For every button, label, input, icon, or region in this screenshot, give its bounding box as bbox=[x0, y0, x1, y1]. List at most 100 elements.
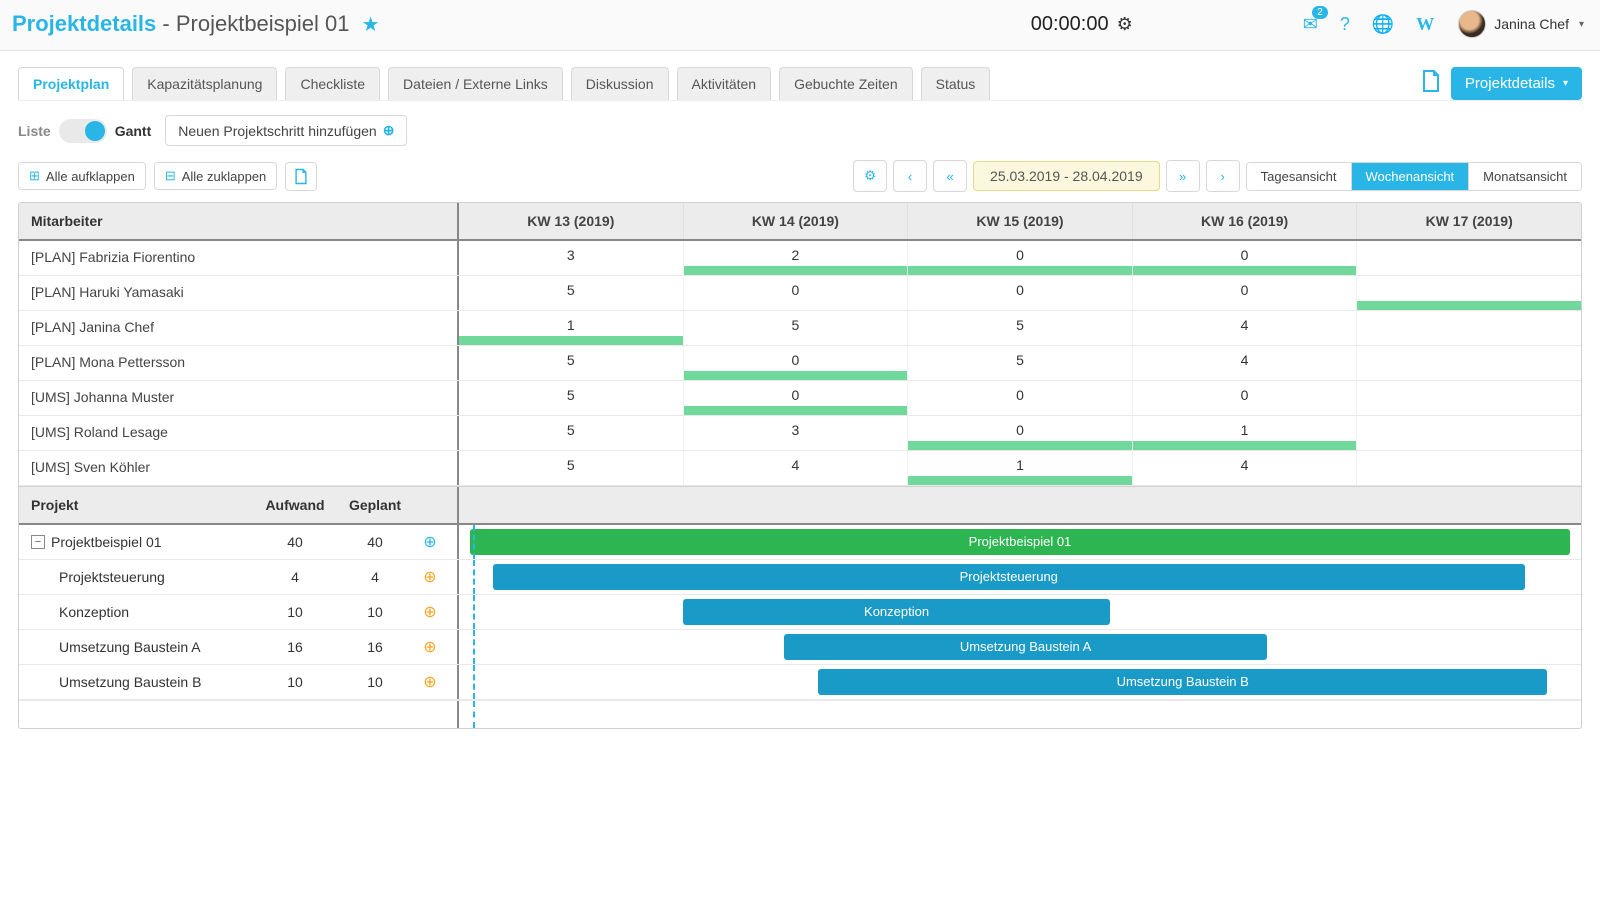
col-projekt: Projekt bbox=[31, 497, 255, 513]
today-marker bbox=[473, 630, 475, 664]
capacity-cell: 4 bbox=[683, 451, 908, 485]
task-name: Umsetzung Baustein B bbox=[59, 674, 201, 690]
capacity-cell: 1 bbox=[1132, 416, 1357, 450]
capacity-cell: 4 bbox=[1132, 346, 1357, 380]
tab-gebuchte-zeiten[interactable]: Gebuchte Zeiten bbox=[779, 67, 913, 100]
view-segment: Tagesansicht Wochenansicht Monatsansicht bbox=[1246, 162, 1582, 191]
capacity-cell bbox=[1356, 276, 1581, 310]
gantt-bar[interactable]: Umsetzung Baustein B bbox=[818, 669, 1547, 695]
capacity-cell: 3 bbox=[683, 416, 908, 450]
date-range[interactable]: 25.03.2019 - 28.04.2019 bbox=[973, 161, 1160, 191]
capacity-bar bbox=[908, 441, 1132, 450]
list-gantt-switch[interactable] bbox=[59, 119, 107, 143]
task-geplant: 16 bbox=[335, 639, 415, 655]
gantt-bar[interactable]: Projektsteuerung bbox=[493, 564, 1525, 590]
add-icon[interactable]: ⊕ bbox=[423, 639, 436, 656]
next-button[interactable]: › bbox=[1206, 160, 1240, 192]
view-day-button[interactable]: Tagesansicht bbox=[1247, 163, 1351, 190]
wiki-icon[interactable]: W bbox=[1416, 14, 1434, 35]
gantt-bar[interactable]: Konzeption bbox=[683, 599, 1109, 625]
user-menu[interactable]: Janina Chef ▾ bbox=[1458, 10, 1584, 38]
employee-row: [UMS] Roland Lesage5301 bbox=[19, 416, 1581, 451]
toggle-label-gantt: Gantt bbox=[115, 123, 152, 139]
projektdetails-button[interactable]: Projektdetails ▾ bbox=[1451, 67, 1582, 100]
week-col: KW 13 (2019) bbox=[459, 203, 683, 239]
gear-icon[interactable]: ⚙ bbox=[1117, 14, 1133, 35]
capacity-cell: 0 bbox=[907, 416, 1132, 450]
task-row: Umsetzung Baustein A1616⊕Umsetzung Baust… bbox=[19, 630, 1581, 665]
task-name: Projektbeispiel 01 bbox=[51, 534, 162, 550]
capacity-bar bbox=[908, 266, 1132, 275]
user-name: Janina Chef bbox=[1494, 16, 1569, 32]
capacity-cell: 5 bbox=[459, 276, 683, 310]
tab-status[interactable]: Status bbox=[921, 67, 991, 100]
employee-row: [PLAN] Fabrizia Fiorentino3200 bbox=[19, 241, 1581, 276]
add-icon[interactable]: ⊕ bbox=[423, 674, 436, 691]
pdf-icon-button[interactable] bbox=[285, 162, 317, 191]
fast-prev-button[interactable]: « bbox=[933, 160, 967, 192]
task-row: −Projektbeispiel 014040⊕Projektbeispiel … bbox=[19, 525, 1581, 560]
collapse-icon[interactable]: − bbox=[31, 535, 45, 549]
globe-icon[interactable]: 🌐 bbox=[1372, 14, 1394, 35]
task-aufwand: 4 bbox=[255, 569, 335, 585]
task-aufwand: 10 bbox=[255, 604, 335, 620]
employee-row: [UMS] Sven Köhler5414 bbox=[19, 451, 1581, 486]
employee-name: [PLAN] Janina Chef bbox=[19, 311, 459, 345]
col-mitarbeiter: Mitarbeiter bbox=[19, 203, 459, 239]
today-marker bbox=[473, 560, 475, 594]
gantt-toolbar: ⊞Alle aufklappen ⊟Alle zuklappen ⚙ ‹ « 2… bbox=[18, 160, 1582, 192]
tab-dateien[interactable]: Dateien / Externe Links bbox=[388, 67, 563, 100]
help-icon[interactable]: ? bbox=[1340, 14, 1350, 35]
grid-header: Mitarbeiter KW 13 (2019)KW 14 (2019)KW 1… bbox=[19, 203, 1581, 241]
tab-diskussion[interactable]: Diskussion bbox=[571, 67, 669, 100]
today-marker bbox=[473, 525, 475, 559]
collapse-all-button[interactable]: ⊟Alle zuklappen bbox=[154, 162, 277, 190]
capacity-cell bbox=[1356, 381, 1581, 415]
tab-aktivitaeten[interactable]: Aktivitäten bbox=[677, 67, 772, 100]
fast-next-button[interactable]: » bbox=[1166, 160, 1200, 192]
view-week-button[interactable]: Wochenansicht bbox=[1351, 163, 1469, 190]
capacity-bar bbox=[684, 371, 908, 380]
expand-all-button[interactable]: ⊞Alle aufklappen bbox=[18, 162, 146, 190]
gantt-bar[interactable]: Umsetzung Baustein A bbox=[784, 634, 1266, 660]
task-row: Projektsteuerung44⊕Projektsteuerung bbox=[19, 560, 1581, 595]
employee-name: [PLAN] Haruki Yamasaki bbox=[19, 276, 459, 310]
project-header: Projekt Aufwand Geplant bbox=[19, 486, 1581, 525]
col-geplant: Geplant bbox=[335, 497, 415, 513]
pdf-export-icon[interactable] bbox=[1421, 69, 1441, 99]
task-name: Projektsteuerung bbox=[59, 569, 165, 585]
capacity-bar bbox=[459, 336, 683, 345]
add-icon[interactable]: ⊕ bbox=[423, 604, 436, 621]
tab-projektplan[interactable]: Projektplan bbox=[18, 67, 124, 100]
capacity-bar bbox=[1357, 301, 1581, 310]
prev-button[interactable]: ‹ bbox=[893, 160, 927, 192]
capacity-cell: 5 bbox=[459, 346, 683, 380]
capacity-cell: 3 bbox=[459, 241, 683, 275]
today-marker bbox=[473, 665, 475, 699]
add-icon[interactable]: ⊕ bbox=[423, 534, 436, 551]
star-icon[interactable]: ★ bbox=[362, 14, 380, 36]
task-name: Umsetzung Baustein A bbox=[59, 639, 201, 655]
settings-icon-button[interactable]: ⚙ bbox=[853, 160, 887, 192]
capacity-cell bbox=[1356, 346, 1581, 380]
capacity-cell: 2 bbox=[683, 241, 908, 275]
timer: 00:00:00 ⚙ bbox=[1031, 13, 1133, 36]
employee-name: [UMS] Sven Köhler bbox=[19, 451, 459, 485]
view-controls: Liste Gantt Neuen Projektschritt hinzufü… bbox=[18, 115, 1582, 146]
gantt-bar[interactable]: Projektbeispiel 01 bbox=[470, 529, 1570, 555]
task-aufwand: 40 bbox=[255, 534, 335, 550]
capacity-cell: 0 bbox=[683, 346, 908, 380]
capacity-cell: 4 bbox=[1132, 451, 1357, 485]
add-icon[interactable]: ⊕ bbox=[423, 569, 436, 586]
col-aufwand: Aufwand bbox=[255, 497, 335, 513]
employee-row: [PLAN] Mona Pettersson5054 bbox=[19, 346, 1581, 381]
view-month-button[interactable]: Monatsansicht bbox=[1468, 163, 1581, 190]
task-row: Umsetzung Baustein B1010⊕Umsetzung Baust… bbox=[19, 665, 1581, 700]
new-step-button[interactable]: Neuen Projektschritt hinzufügen ⊕ bbox=[165, 115, 407, 146]
timer-value: 00:00:00 bbox=[1031, 13, 1109, 36]
capacity-cell: 0 bbox=[683, 381, 908, 415]
mail-icon[interactable]: ✉2 bbox=[1303, 14, 1318, 35]
capacity-cell: 0 bbox=[1132, 381, 1357, 415]
tab-checkliste[interactable]: Checkliste bbox=[285, 67, 380, 100]
tab-kapazitaetsplanung[interactable]: Kapazitätsplanung bbox=[132, 67, 277, 100]
